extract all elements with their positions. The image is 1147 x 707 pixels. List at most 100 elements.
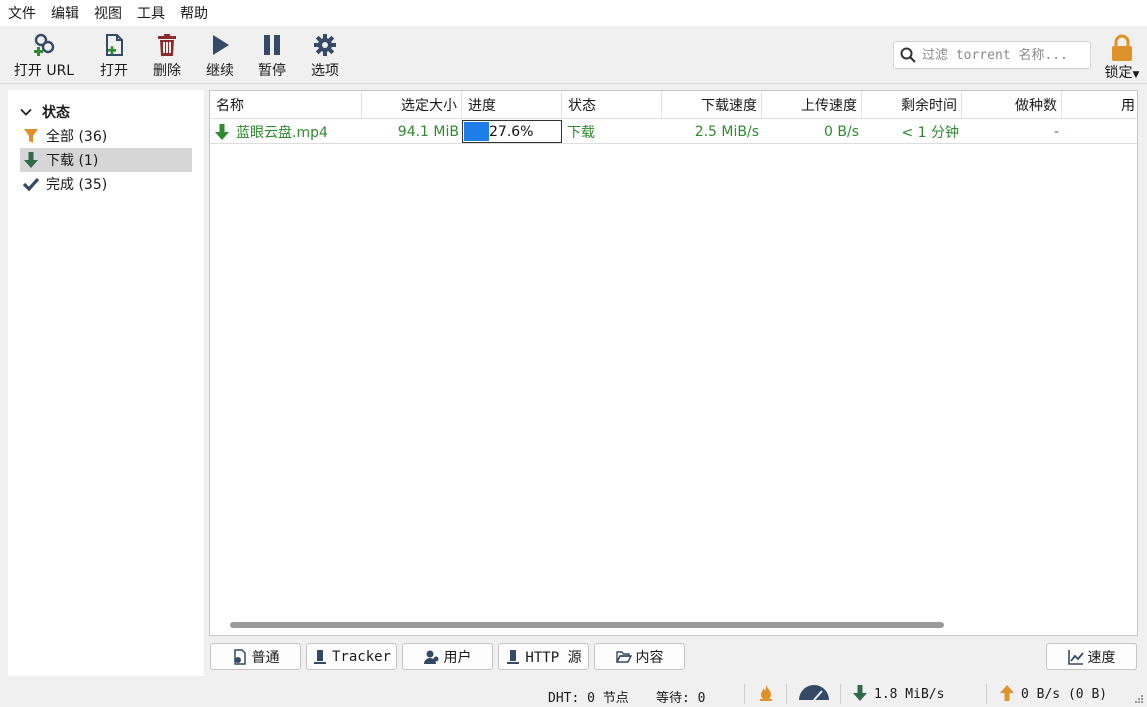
torrent-name: 蓝眼云盘.mp4 <box>236 124 328 141</box>
open-url-button[interactable]: 打开 URL <box>12 32 76 82</box>
tab-general[interactable]: 普通 <box>210 643 301 670</box>
folder-open-icon <box>615 650 632 663</box>
tab-peers[interactable]: 用户 <box>402 643 493 670</box>
pause-label: 暂停 <box>258 63 286 79</box>
speed-limit-gauge-icon[interactable] <box>798 685 830 701</box>
check-icon <box>22 177 40 192</box>
column-header-down-speed[interactable]: 下载速度 <box>662 91 762 119</box>
torrent-down-speed: 2.5 MiB/s <box>694 123 759 140</box>
menu-edit[interactable]: 编辑 <box>51 3 79 23</box>
firewall-icon[interactable] <box>758 684 774 702</box>
column-header-status[interactable]: 状态 <box>562 91 662 119</box>
status-header[interactable]: 状态 <box>20 102 70 122</box>
global-download-speed[interactable]: 1.8 MiB/s <box>874 687 944 702</box>
progress-bar: 27.6% <box>462 120 562 143</box>
menu-file[interactable]: 文件 <box>8 3 36 23</box>
status-header-label: 状态 <box>42 105 70 121</box>
document-gear-icon <box>233 648 246 665</box>
tab-label: Tracker <box>331 648 391 665</box>
open-url-label: 打开 URL <box>13 63 75 79</box>
sidebar-item-label: 完成 (35) <box>46 177 108 193</box>
tab-speed[interactable]: 速度 <box>1046 643 1137 670</box>
column-header-seeds[interactable]: 做种数 <box>962 91 1062 119</box>
column-header-truncated[interactable]: 用 <box>1062 91 1137 119</box>
divider <box>840 684 841 704</box>
torrent-up-speed: 0 B/s <box>824 123 859 140</box>
menu-bar: 文件 编辑 视图 工具 帮助 <box>0 0 1147 26</box>
torrent-eta: < 1 分钟 <box>901 124 959 141</box>
gear-icon <box>314 34 336 56</box>
tab-http-sources[interactable]: HTTP 源 <box>498 643 589 670</box>
torrent-status: 下载 <box>567 124 595 141</box>
divider <box>786 684 787 704</box>
chevron-down-icon <box>20 108 32 116</box>
status-bar: DHT: 0 节点 等待: 0 1.8 MiB/s 0 B/s (0 B) <box>0 680 1147 707</box>
torrent-size: 94.1 MiB <box>397 123 459 140</box>
lock-label: 锁定▼ <box>1104 65 1140 81</box>
resize-grip-icon[interactable] <box>1132 692 1144 704</box>
filter-icon <box>24 129 38 143</box>
tab-label: 用户 <box>443 649 472 666</box>
pause-button[interactable]: 暂停 <box>254 32 290 82</box>
menu-tools[interactable]: 工具 <box>137 3 165 23</box>
line-chart-icon <box>1067 649 1084 665</box>
column-header-size[interactable]: 选定大小 <box>362 91 462 119</box>
download-arrow-icon <box>24 152 38 168</box>
search-input[interactable] <box>922 47 1087 63</box>
dht-nodes: DHT: 0 节点 <box>548 691 629 706</box>
progress-fill <box>464 122 489 141</box>
tab-label: 速度 <box>1087 649 1116 666</box>
trash-icon <box>158 34 176 56</box>
menu-view[interactable]: 视图 <box>94 3 122 23</box>
toolbar: 打开 URL 打开 删除 继续 暂停 选项 过滤 torrent 名称... 锁… <box>0 26 1147 84</box>
column-header-up-speed[interactable]: 上传速度 <box>762 91 862 119</box>
resume-button[interactable]: 继续 <box>202 32 238 82</box>
open-label: 打开 <box>100 63 128 79</box>
sidebar-item-downloading[interactable]: 下载 (1) <box>20 148 192 172</box>
play-icon <box>213 35 229 55</box>
open-button[interactable]: 打开 <box>96 32 132 82</box>
upload-arrow-icon <box>1000 685 1014 701</box>
waiting-count: 等待: 0 <box>656 691 706 706</box>
search-box <box>893 41 1091 69</box>
link-icon <box>34 33 55 56</box>
download-arrow-icon <box>853 685 867 701</box>
column-header-name[interactable]: 名称 <box>210 91 362 119</box>
torrent-seeds: - <box>1053 123 1059 140</box>
tab-tracker[interactable]: Tracker <box>306 643 397 670</box>
horizontal-scrollbar[interactable] <box>230 622 944 628</box>
torrent-name-cell: 蓝眼云盘.mp4 <box>213 120 362 143</box>
global-upload-speed[interactable]: 0 B/s (0 B) <box>1021 687 1107 702</box>
resume-label: 继续 <box>206 63 234 79</box>
sidebar-item-label: 全部 (36) <box>46 129 108 145</box>
delete-label: 删除 <box>153 63 181 79</box>
progress-text: 27.6% <box>489 123 534 140</box>
options-button[interactable]: 选项 <box>307 32 343 82</box>
menu-help[interactable]: 帮助 <box>180 3 208 23</box>
server-icon <box>313 649 326 664</box>
users-icon <box>423 650 438 664</box>
tab-label: 内容 <box>635 649 664 666</box>
status-filter-sidebar: 状态 全部 (36) 下载 (1) 完成 (35) <box>8 90 204 676</box>
torrent-list[interactable]: 名称 选定大小 进度 状态 下载速度 上传速度 剩余时间 做种数 用 蓝眼云盘.… <box>209 90 1138 636</box>
download-arrow-icon <box>215 123 229 140</box>
tab-label: HTTP 源 <box>525 649 582 666</box>
sidebar-item-all[interactable]: 全部 (36) <box>20 124 192 148</box>
search-icon <box>900 47 916 63</box>
column-header-eta[interactable]: 剩余时间 <box>862 91 962 119</box>
new-file-icon <box>106 34 123 56</box>
tab-content[interactable]: 内容 <box>594 643 685 670</box>
server-icon <box>507 649 520 664</box>
lock-button[interactable]: 锁定▼ <box>1100 34 1144 84</box>
pause-icon <box>264 35 280 55</box>
divider <box>744 684 745 704</box>
tab-label: 普通 <box>251 649 280 666</box>
sidebar-item-completed[interactable]: 完成 (35) <box>20 172 192 196</box>
delete-button[interactable]: 删除 <box>149 32 185 82</box>
lock-icon <box>1112 34 1132 61</box>
options-label: 选项 <box>311 63 339 79</box>
column-header-progress[interactable]: 进度 <box>462 91 562 119</box>
table-row[interactable]: 蓝眼云盘.mp4 94.1 MiB 27.6% 下载 2.5 MiB/s 0 B… <box>210 120 1137 144</box>
divider <box>986 684 987 704</box>
sidebar-item-label: 下载 (1) <box>46 153 99 169</box>
